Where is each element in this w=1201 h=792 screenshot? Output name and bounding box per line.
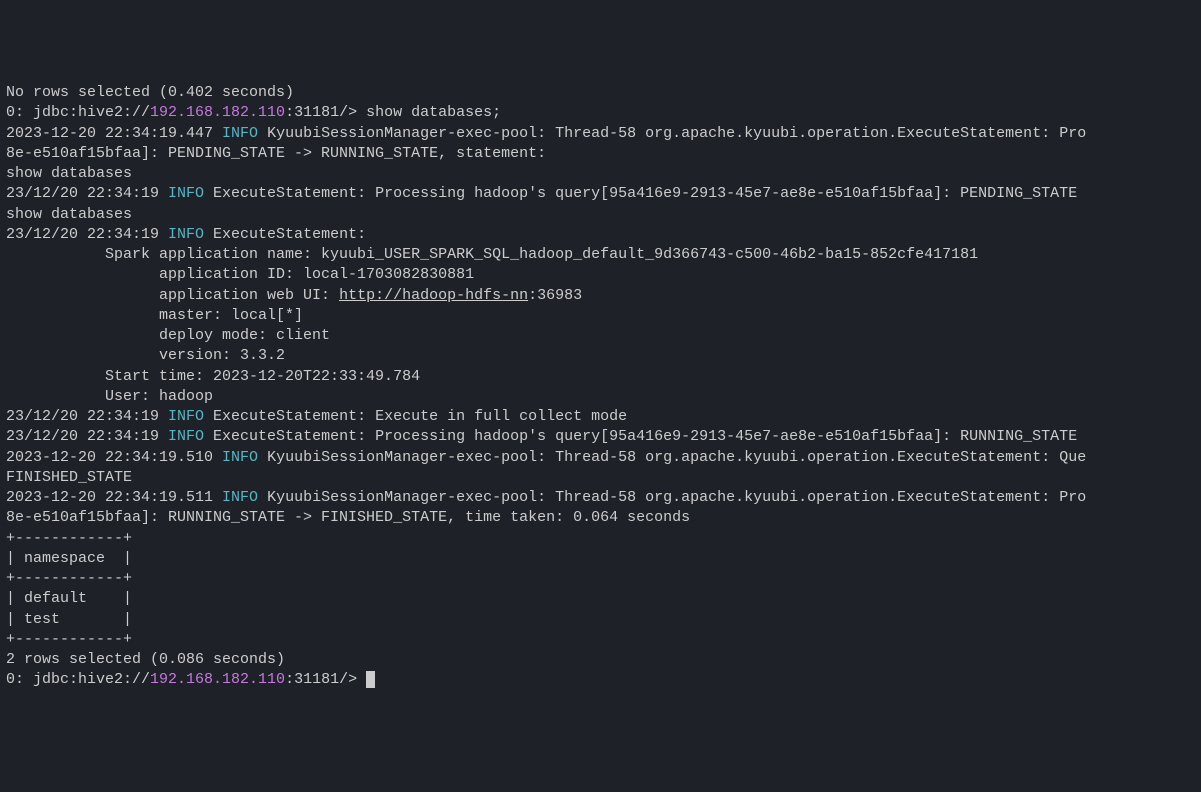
terminal-line: Spark application name: kyuubi_USER_SPAR… [6,245,1195,265]
table-border: +------------+ [6,569,1195,589]
table-border: +------------+ [6,529,1195,549]
cursor-icon [366,671,375,688]
log-level: INFO [168,428,204,445]
host-ip: 192.168.182.110 [150,104,285,121]
log-level: INFO [168,185,204,202]
jdbc-prefix: 0: jdbc:hive2:// [6,104,150,121]
log-message: ExecuteStatement: Processing hadoop's qu… [204,428,1086,445]
terminal-line: deploy mode: client [6,326,1195,346]
jdbc-suffix: :31181/> [285,671,366,688]
terminal-line: 2023-12-20 22:34:19.447 INFO KyuubiSessi… [6,124,1195,144]
terminal-line: 23/12/20 22:34:19 INFO ExecuteStatement:… [6,407,1195,427]
log-message: KyuubiSessionManager-exec-pool: Thread-5… [258,489,1086,506]
terminal-line: 23/12/20 22:34:19 INFO ExecuteStatement: [6,225,1195,245]
table-header: | namespace | [6,549,1195,569]
terminal-line: application ID: local-1703082830881 [6,265,1195,285]
log-message: KyuubiSessionManager-exec-pool: Thread-5… [258,449,1086,466]
timestamp: 23/12/20 22:34:19 [6,226,168,243]
terminal-line: 8e-e510af15bfaa]: PENDING_STATE -> RUNNI… [6,144,1195,164]
timestamp: 2023-12-20 22:34:19.510 [6,449,222,466]
terminal-line: 2023-12-20 22:34:19.510 INFO KyuubiSessi… [6,448,1195,468]
terminal-line: show databases [6,164,1195,184]
terminal-line: 23/12/20 22:34:19 INFO ExecuteStatement:… [6,184,1195,204]
host-ip: 192.168.182.110 [150,671,285,688]
jdbc-prefix: 0: jdbc:hive2:// [6,671,150,688]
log-message: ExecuteStatement: Execute in full collec… [204,408,627,425]
terminal-line: 2023-12-20 22:34:19.511 INFO KyuubiSessi… [6,488,1195,508]
terminal-line: 23/12/20 22:34:19 INFO ExecuteStatement:… [6,427,1195,447]
log-level: INFO [222,449,258,466]
terminal-line: show databases [6,205,1195,225]
jdbc-suffix: :31181/> show databases; [285,104,501,121]
log-level: INFO [222,489,258,506]
timestamp: 2023-12-20 22:34:19.511 [6,489,222,506]
log-level: INFO [168,226,204,243]
terminal-line: 2 rows selected (0.086 seconds) [6,650,1195,670]
timestamp: 23/12/20 22:34:19 [6,185,168,202]
log-level: INFO [168,408,204,425]
terminal-line: User: hadoop [6,387,1195,407]
timestamp: 23/12/20 22:34:19 [6,428,168,445]
terminal-line: application web UI: http://hadoop-hdfs-n… [6,286,1195,306]
terminal-line: No rows selected (0.402 seconds) [6,83,1195,103]
timestamp: 23/12/20 22:34:19 [6,408,168,425]
prompt-line[interactable]: 0: jdbc:hive2://192.168.182.110:31181/> [6,670,1195,690]
terminal-line: 0: jdbc:hive2://192.168.182.110:31181/> … [6,103,1195,123]
log-message: ExecuteStatement: [204,226,366,243]
terminal-line: 8e-e510af15bfaa]: RUNNING_STATE -> FINIS… [6,508,1195,528]
web-ui-url[interactable]: http://hadoop-hdfs-nn [339,287,528,304]
terminal-line: FINISHED_STATE [6,468,1195,488]
timestamp: 2023-12-20 22:34:19.447 [6,125,222,142]
port: :36983 [528,287,582,304]
table-row: | default | [6,589,1195,609]
terminal-line: Start time: 2023-12-20T22:33:49.784 [6,367,1195,387]
terminal-line: version: 3.3.2 [6,346,1195,366]
terminal-line: master: local[*] [6,306,1195,326]
label: application web UI: [6,287,339,304]
log-level: INFO [222,125,258,142]
table-border: +------------+ [6,630,1195,650]
log-message: KyuubiSessionManager-exec-pool: Thread-5… [258,125,1086,142]
log-message: ExecuteStatement: Processing hadoop's qu… [204,185,1086,202]
